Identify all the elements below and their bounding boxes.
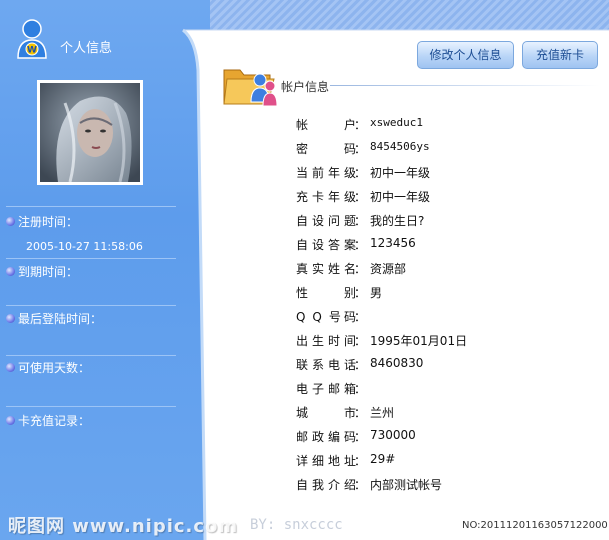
info-colon: ：	[354, 454, 367, 468]
info-label: 帐户	[296, 118, 356, 132]
info-colon: ：	[354, 382, 367, 396]
watermark-by: BY: snxcccc	[250, 517, 343, 533]
info-value: 我的生日?	[370, 214, 425, 228]
info-label: 自设答案	[296, 238, 356, 252]
register-time-label: 注册时间：	[18, 215, 79, 229]
info-colon: ：	[354, 334, 367, 348]
info-value: xsweduc1	[370, 116, 423, 129]
info-label: 真实姓名	[296, 262, 356, 276]
info-colon: ：	[354, 166, 367, 180]
info-label: 自设问题	[296, 214, 356, 228]
recharge-card-button[interactable]: 充值新卡	[522, 41, 598, 69]
info-value: 初中一年级	[370, 166, 431, 180]
info-colon: ：	[354, 190, 367, 204]
last-login-label: 最后登陆时间：	[18, 312, 103, 326]
info-colon: ：	[354, 286, 367, 300]
expire-time-label: 到期时间：	[18, 265, 79, 279]
bullet-icon	[6, 416, 15, 425]
bullet-icon	[6, 217, 15, 226]
info-label: 出生时间	[296, 334, 356, 348]
info-label: 密码	[296, 142, 356, 156]
sidebar-title: 个人信息	[60, 41, 113, 56]
section-title: 帐户信息	[281, 80, 330, 94]
register-time-value: 2005-10-27 11:58:06	[26, 240, 143, 253]
folder-users-icon	[223, 69, 278, 107]
info-colon: ：	[354, 142, 367, 156]
info-value: 8460830	[370, 356, 424, 370]
info-value: 男	[370, 286, 383, 300]
info-colon: ：	[354, 262, 367, 276]
info-colon: ：	[354, 406, 367, 420]
info-value: 兰州	[370, 406, 395, 420]
info-colon: ：	[354, 118, 367, 132]
edit-profile-button[interactable]: 修改个人信息	[417, 41, 514, 69]
info-value: 8454506ys	[370, 140, 430, 153]
bullet-icon	[6, 267, 15, 276]
sidebar: W 个人信息 注册时间： 2005-10-27 11:58:06 到期时间： 最…	[0, 0, 210, 540]
info-value: 资源部	[370, 262, 407, 276]
user-avatar-icon: W	[17, 19, 47, 59]
avatar	[37, 80, 143, 185]
info-label: 当前年级	[296, 166, 356, 180]
info-value: 29#	[370, 452, 396, 466]
info-colon: ：	[354, 238, 367, 252]
info-colon: ：	[354, 310, 367, 324]
days-left-label: 可使用天数：	[18, 361, 91, 375]
info-value: 1995年01月01日	[370, 334, 468, 348]
info-label: 性别	[296, 286, 356, 300]
info-value: 内部测试帐号	[370, 478, 443, 492]
info-label: 详细地址	[296, 454, 356, 468]
serial-number: NO:20111201163057122000	[462, 520, 608, 531]
info-label: 邮政编码	[296, 430, 356, 444]
info-value: 730000	[370, 428, 416, 442]
svg-text:W: W	[27, 46, 37, 56]
info-label: Q Q 号码	[296, 310, 356, 324]
info-value: 初中一年级	[370, 190, 431, 204]
bullet-icon	[6, 363, 15, 372]
info-label: 自我介绍	[296, 478, 356, 492]
info-colon: ：	[354, 358, 367, 372]
info-label: 联系电话	[296, 358, 356, 372]
info-colon: ：	[354, 430, 367, 444]
info-label: 充卡年级	[296, 190, 356, 204]
info-colon: ：	[354, 214, 367, 228]
info-label: 电子邮箱	[296, 382, 356, 396]
section-divider	[330, 85, 600, 86]
recharge-record-label[interactable]: 卡充值记录：	[18, 412, 90, 429]
watermark-text: 昵图网 www.nipic.com	[8, 516, 239, 537]
sidebar-header: W 个人信息	[0, 0, 210, 70]
info-value: 123456	[370, 236, 416, 250]
info-colon: ：	[354, 478, 367, 492]
bullet-icon	[6, 314, 15, 323]
info-label: 城市	[296, 406, 356, 420]
